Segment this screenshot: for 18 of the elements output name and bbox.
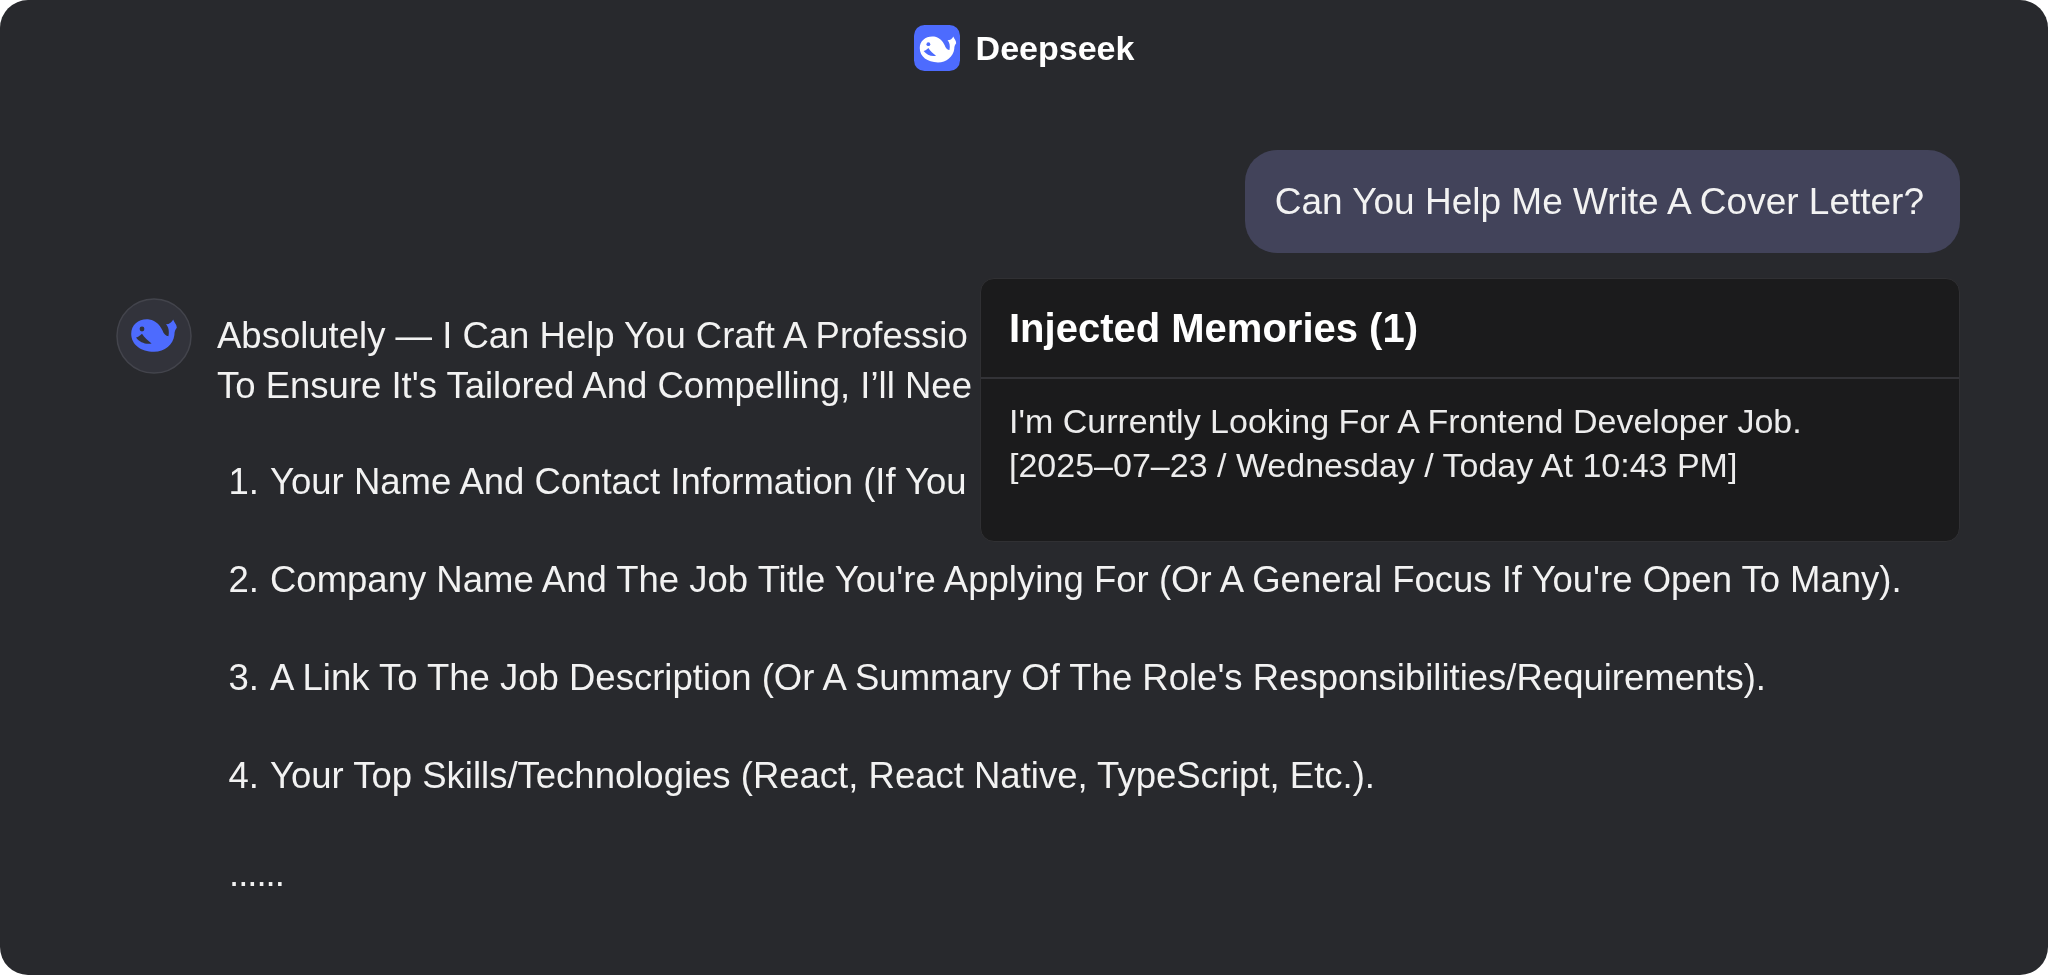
whale-avatar-icon (116, 298, 192, 374)
list-item-text: A Link To The Job Description (Or A Summary Of The Role's Responsibilities/Requirements). (270, 656, 1766, 700)
memory-timestamp: [2025–07–23 / Wednesday / Today At 10:43 PM] (1009, 445, 1738, 486)
list-item-text: Your Top Skills/Technologies (React, React Native, TypeScript, Etc.). (270, 754, 1375, 798)
list-number: 3. (227, 656, 259, 700)
app-title: Deepseek (975, 28, 1135, 68)
answer-text: Absolutely — I Can Help You Craft A Professio (217, 314, 968, 358)
popup-title: Injected Memories (1) (1009, 305, 1418, 351)
list-number: 4. (227, 754, 259, 798)
ellipsis-text: ...... (229, 852, 284, 896)
list-item-text: Company Name And The Job Title You're Applying For (Or A General Focus If You're Open To Many). (270, 558, 1902, 602)
list-item-text: Your Name And Contact Information (If You (270, 460, 967, 504)
whale-logo-icon (913, 25, 960, 71)
memory-text: I'm Currently Looking For A Frontend Developer Job. (1009, 401, 1802, 442)
list-number: 2. (227, 558, 259, 602)
answer-text: To Ensure It's Tailored And Compelling, I’ll Nee (217, 364, 972, 408)
user-message: Can You Help Me Write A Cover Letter? (1244, 150, 1960, 253)
list-number: 1. (227, 460, 259, 504)
